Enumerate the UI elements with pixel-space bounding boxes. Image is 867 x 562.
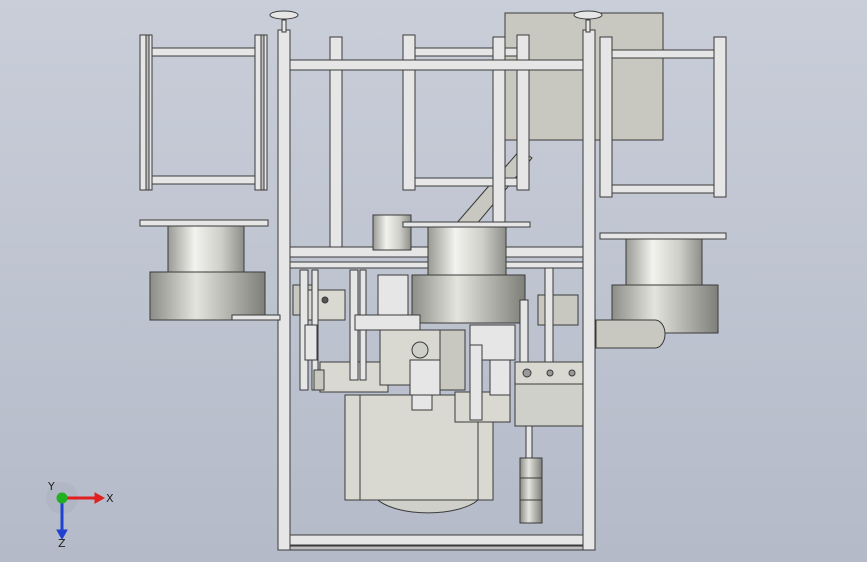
hanging-weight <box>519 425 543 524</box>
reel-left <box>139 219 281 321</box>
cad-viewport[interactable]: X Y Z <box>0 0 867 562</box>
y-axis-label: Y <box>47 480 55 493</box>
x-axis-arrow <box>94 492 106 504</box>
machine-assembly-drawing <box>139 10 727 551</box>
z-axis-label: Z <box>58 537 66 548</box>
y-axis-dot <box>56 492 68 504</box>
reel-right <box>595 232 727 349</box>
left-rack <box>139 34 268 191</box>
control-box <box>514 361 584 427</box>
axis-triad: X Y Z <box>46 480 114 548</box>
actuator-left <box>292 269 389 393</box>
leveling-foot-left <box>269 10 299 33</box>
x-axis-label: X <box>106 492 114 505</box>
